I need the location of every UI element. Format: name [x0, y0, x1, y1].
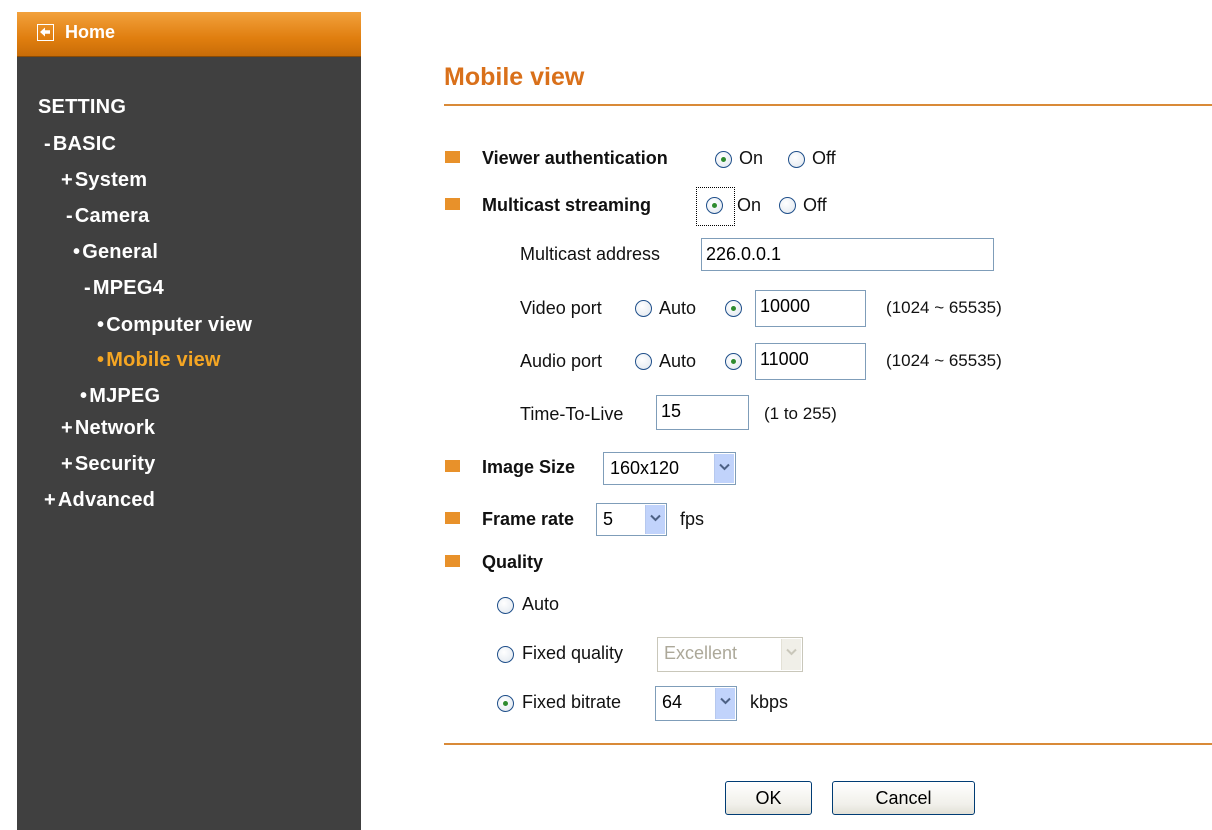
frame-rate-label: Frame rate	[482, 509, 575, 529]
frame-rate-value: 5	[603, 509, 614, 529]
audio-port-auto-label: Auto	[659, 351, 697, 371]
image-size-select[interactable]: 160x120	[603, 452, 736, 485]
bullet-icon	[445, 151, 460, 163]
audio-port-label: Audio port	[520, 351, 603, 371]
multicast-label: Multicast streaming	[482, 195, 652, 215]
sidebar: Home SETTING - BASIC + System - Camera • Gen…	[17, 12, 361, 830]
frame-rate-unit: fps	[680, 509, 705, 529]
quality-label: Quality	[482, 552, 544, 572]
nav-security[interactable]: + Security	[61, 453, 155, 476]
bullet-icon	[445, 198, 460, 210]
nav-setting: SETTING	[38, 96, 127, 118]
back-arrow-icon	[37, 24, 54, 41]
title-divider	[444, 104, 1212, 106]
nav-mjpeg[interactable]: • MJPEG	[80, 385, 160, 408]
chevron-down-icon	[715, 688, 735, 719]
bullet-icon	[445, 555, 460, 567]
image-size-label: Image Size	[482, 457, 576, 477]
cancel-button[interactable]: Cancel	[832, 781, 975, 815]
page-title: Mobile view	[444, 63, 585, 91]
frame-rate-select[interactable]: 5	[596, 503, 667, 536]
fixed-bitrate-radio[interactable]	[497, 695, 514, 712]
nav-camera[interactable]: - Camera	[66, 205, 149, 228]
multicast-on-label: On	[737, 195, 762, 215]
nav-network[interactable]: + Network	[61, 417, 155, 440]
bullet-icon	[445, 460, 460, 472]
fixed-bitrate-label: Fixed bitrate	[522, 692, 622, 712]
nav-mpeg4[interactable]: - MPEG4	[84, 277, 164, 300]
nav-system[interactable]: + System	[61, 169, 147, 192]
video-port-auto-radio[interactable]	[635, 300, 652, 317]
audio-port-input[interactable]: 11000	[755, 343, 866, 380]
fixed-bitrate-value: 64	[662, 692, 683, 712]
audio-port-auto-radio[interactable]	[635, 353, 652, 370]
multicast-address-label: Multicast address	[520, 244, 661, 264]
ttl-range: (1 to 255)	[764, 404, 837, 423]
nav-advanced[interactable]: + Advanced	[44, 489, 155, 512]
home-link[interactable]: Home	[17, 12, 361, 57]
footer-divider	[444, 743, 1212, 745]
multicast-off-label: Off	[803, 195, 827, 215]
ttl-label: Time-To-Live	[520, 404, 624, 424]
fixed-quality-radio[interactable]	[497, 646, 514, 663]
viewer-auth-on-radio[interactable]	[715, 151, 732, 168]
viewer-auth-off-radio[interactable]	[788, 151, 805, 168]
chevron-down-icon	[714, 454, 734, 483]
home-label: Home	[65, 22, 116, 42]
bullet-icon	[445, 512, 460, 524]
video-port-range: (1024 ~ 65535)	[886, 298, 1002, 317]
viewer-auth-label: Viewer authentication	[482, 148, 668, 168]
audio-port-manual-radio[interactable]	[725, 353, 742, 370]
nav-basic[interactable]: - BASIC	[44, 133, 116, 156]
ok-button[interactable]: OK	[725, 781, 812, 815]
fixed-quality-label: Fixed quality	[522, 643, 624, 663]
multicast-address-input[interactable]: 226.0.0.1	[701, 238, 994, 271]
multicast-on-radio[interactable]	[706, 197, 723, 214]
fixed-bitrate-unit: kbps	[750, 692, 789, 712]
nav-general[interactable]: • General	[73, 241, 158, 264]
chevron-down-icon	[781, 639, 801, 670]
fixed-quality-select[interactable]: Excellent	[657, 637, 803, 672]
nav-mobile-view[interactable]: • Mobile view	[97, 349, 221, 372]
ttl-input[interactable]: 15	[656, 395, 749, 430]
video-port-label: Video port	[520, 298, 602, 318]
fixed-quality-value: Excellent	[664, 643, 738, 663]
multicast-off-radio[interactable]	[779, 197, 796, 214]
chevron-down-icon	[645, 505, 665, 534]
nav-computer-view[interactable]: • Computer view	[97, 314, 252, 337]
video-port-auto-label: Auto	[659, 298, 697, 318]
viewer-auth-off-label: Off	[812, 148, 836, 168]
image-size-value: 160x120	[610, 458, 680, 478]
fixed-bitrate-select[interactable]: 64	[655, 686, 737, 721]
video-port-input[interactable]: 10000	[755, 290, 866, 327]
quality-auto-label: Auto	[522, 594, 560, 614]
audio-port-range: (1024 ~ 65535)	[886, 351, 1002, 370]
viewer-auth-on-label: On	[739, 148, 764, 168]
quality-auto-radio[interactable]	[497, 597, 514, 614]
video-port-manual-radio[interactable]	[725, 300, 742, 317]
